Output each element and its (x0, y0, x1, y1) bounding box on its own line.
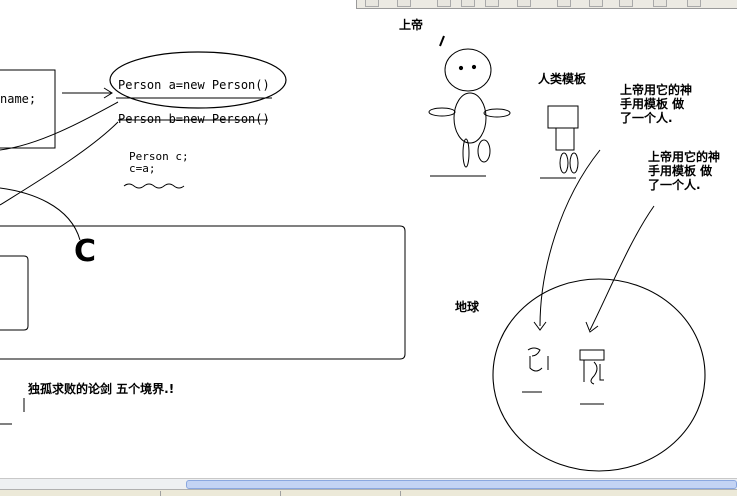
toolbar-button-10[interactable] (653, 0, 667, 7)
god-left-leg (462, 138, 470, 168)
toolbar-button-5[interactable] (485, 0, 499, 7)
creation-arrow-2 (589, 205, 655, 331)
note-second: 上帝用它的神 手用模板 做 了一个人. (648, 150, 720, 192)
toolbar-button-4[interactable] (461, 0, 475, 7)
horizontal-scrollbar[interactable] (0, 478, 737, 489)
person-2 (579, 349, 605, 385)
note-second-line-3: 了一个人. (648, 178, 701, 192)
person-1 (527, 347, 549, 372)
toolbar-button-1[interactable] (365, 0, 379, 7)
class-box-outline (0, 69, 56, 149)
god-label: 上帝 (399, 18, 424, 32)
god-body (453, 92, 487, 144)
earth-circle (492, 278, 706, 472)
earth-label: 地球 (455, 300, 480, 314)
note-second-line-2: 手用模板 做 (648, 164, 713, 178)
reference-curve-1 (0, 101, 119, 151)
squiggle-underline (123, 183, 185, 189)
inner-box (0, 255, 29, 331)
toolbar-button-3[interactable] (437, 0, 451, 7)
template-head (547, 105, 579, 129)
bottom-text: 独孤求败的论剑 五个境界.! (28, 382, 175, 396)
toolbar-button-9[interactable] (619, 0, 633, 7)
reference-curve-2 (0, 121, 119, 206)
human-template-label: 人类模板 (538, 72, 587, 86)
drawing-canvas[interactable]: name; Person a=new Person() Person b=new… (0, 0, 737, 478)
note-first-line-3: 了一个人. (620, 111, 673, 125)
heap-box (0, 225, 406, 360)
god-left-arm (428, 107, 456, 117)
note-second-line-1: 上帝用它的神 (648, 150, 721, 164)
paint-toolbar (356, 0, 737, 9)
status-bar (0, 489, 737, 496)
pencil-mark (439, 35, 445, 47)
class-field-fragment: name; (0, 92, 37, 106)
note-first: 上帝用它的神 手用模板 做 了一个人. (620, 83, 692, 125)
note-first-line-2: 手用模板 做 (620, 97, 685, 111)
toolbar-button-8[interactable] (589, 0, 603, 7)
status-segment-1 (0, 491, 161, 496)
toolbar-button-2[interactable] (397, 0, 411, 7)
creation-arrow-1 (539, 149, 601, 327)
reference-curve-3 (0, 187, 81, 241)
toolbar-button-11[interactable] (687, 0, 701, 7)
code-line-c-assign: c=a; (129, 162, 156, 175)
sketch-layer (0, 35, 706, 472)
toolbar-button-7[interactable] (557, 0, 571, 7)
code-line-b: Person b=new Person() (118, 112, 270, 126)
code-line-a: Person a=new Person() (118, 78, 270, 92)
note-first-line-1: 上帝用它的神 (620, 83, 693, 97)
god-right-leg (477, 139, 491, 163)
template-body (555, 127, 575, 151)
god-right-arm (483, 108, 511, 118)
god-head (444, 48, 492, 92)
toolbar-button-6[interactable] (517, 0, 531, 7)
scrollbar-thumb[interactable] (186, 480, 737, 489)
status-segment-3 (280, 491, 401, 496)
big-letter-c: C (74, 234, 97, 269)
status-segment-2 (160, 491, 281, 496)
